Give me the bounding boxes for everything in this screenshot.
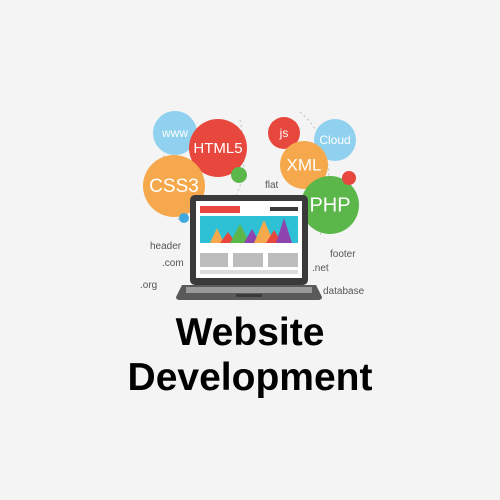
www-label: www <box>161 126 188 140</box>
laptop-icon <box>176 195 322 300</box>
tag-com: .com <box>162 258 184 269</box>
js-label: js <box>279 126 289 140</box>
red-accent-dot <box>342 171 356 185</box>
mock-content-block-1 <box>200 253 228 267</box>
green-accent-dot <box>231 167 247 183</box>
title-line-1: Website <box>175 311 325 354</box>
blue-accent-dot <box>179 213 189 223</box>
tag-database: database <box>323 286 365 297</box>
css3-label: CSS3 <box>149 176 199 197</box>
laptop-touchpad <box>236 294 262 297</box>
page-title: Website Development <box>0 310 500 400</box>
tag-org: .org <box>140 280 157 291</box>
poster: www HTML5 CSS3 js Cloud XML PHP flat hea… <box>0 0 500 500</box>
mock-content-block-3 <box>268 253 298 267</box>
web-development-illustration: www HTML5 CSS3 js Cloud XML PHP flat hea… <box>140 111 365 300</box>
mock-header-bar <box>200 206 240 213</box>
tag-header: header <box>150 241 182 252</box>
tag-footer: footer <box>330 249 356 260</box>
laptop-keyboard <box>186 287 312 293</box>
mock-footer-bar <box>200 270 298 274</box>
php-label: PHP <box>309 194 350 216</box>
html5-label: HTML5 <box>193 140 242 157</box>
tag-flat: flat <box>265 180 279 191</box>
cloud-label: Cloud <box>319 133 350 147</box>
mock-content-block-2 <box>233 253 263 267</box>
mock-nav-bar <box>270 207 298 211</box>
tag-net: .net <box>312 263 329 274</box>
title-line-2: Development <box>127 356 373 399</box>
xml-label: XML <box>287 155 322 174</box>
